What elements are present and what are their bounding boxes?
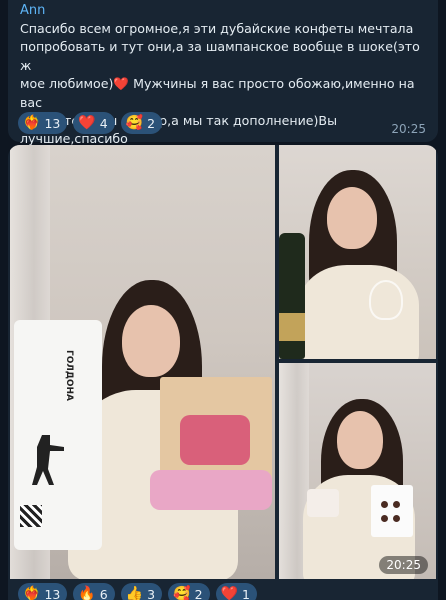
album-timestamp: 20:25 bbox=[379, 556, 428, 574]
photo-large[interactable]: ГОЛДОНА bbox=[10, 145, 275, 579]
photo-top-right[interactable] bbox=[279, 145, 436, 359]
reactions-bar: ❤️‍🔥 13 ❤️ 4 🥰 2 bbox=[18, 112, 163, 134]
candy-box bbox=[371, 485, 413, 537]
reaction-count: 1 bbox=[241, 586, 250, 600]
reaction-count: 2 bbox=[194, 586, 203, 600]
reaction-emoji: ❤️‍🔥 bbox=[23, 115, 41, 131]
shopping-bag: ГОЛДОНА bbox=[14, 320, 102, 550]
sender-name[interactable]: Ann bbox=[20, 3, 45, 18]
bag-brand-text: ГОЛДОНА bbox=[64, 350, 74, 402]
reaction-emoji: ❤️ bbox=[220, 586, 238, 600]
dessert-cup bbox=[307, 489, 339, 517]
qr-code bbox=[20, 505, 42, 527]
message-bubble-album: ГОЛДОНА 20:25 ❤️‍🔥13 🔥6 👍3 🥰2 bbox=[8, 145, 438, 600]
photo-bottom-right[interactable] bbox=[279, 363, 436, 579]
reaction-emoji: 🥰 bbox=[173, 586, 191, 600]
reaction-chip[interactable]: ❤️‍🔥 13 bbox=[18, 583, 68, 600]
reaction-chip[interactable]: 🥰 2 bbox=[168, 583, 210, 600]
champagne-bottle bbox=[279, 233, 305, 359]
candy bbox=[381, 501, 388, 508]
candy-package bbox=[180, 415, 250, 465]
reaction-chip[interactable]: 🥰 2 bbox=[120, 112, 163, 134]
wine-glass bbox=[369, 280, 403, 320]
reaction-chip[interactable]: ❤️ 1 bbox=[215, 583, 257, 600]
reaction-count: 3 bbox=[147, 586, 156, 600]
face bbox=[122, 305, 180, 377]
reaction-count: 2 bbox=[147, 115, 156, 131]
reaction-chip[interactable]: 👍 3 bbox=[120, 583, 163, 600]
face bbox=[327, 187, 377, 249]
message-timestamp: 20:25 bbox=[391, 122, 426, 136]
reaction-chip[interactable]: ❤️‍🔥 13 bbox=[18, 112, 68, 134]
reaction-chip[interactable]: 🔥 6 bbox=[73, 583, 115, 600]
reaction-count: 13 bbox=[44, 115, 61, 131]
reaction-emoji: 🔥 bbox=[78, 586, 96, 600]
reaction-emoji: 🥰 bbox=[125, 115, 144, 131]
message-bubble-text: Ann Спасибо всем огромное,я эти дубайски… bbox=[8, 0, 438, 165]
candy bbox=[393, 515, 400, 522]
candy bbox=[381, 515, 388, 522]
reaction-count: 13 bbox=[44, 586, 61, 600]
reaction-emoji: 👍 bbox=[125, 586, 144, 600]
reaction-count: 4 bbox=[99, 115, 108, 131]
soldier-icon bbox=[32, 435, 64, 485]
reaction-emoji: ❤️‍🔥 bbox=[23, 586, 41, 600]
reactions-bar: ❤️‍🔥 13 🔥 6 👍 3 🥰 2 ❤️ 1 bbox=[18, 583, 257, 600]
reaction-count: 6 bbox=[99, 586, 108, 600]
reaction-emoji: ❤️ bbox=[78, 115, 96, 131]
candy bbox=[393, 501, 400, 508]
bottle-label bbox=[279, 313, 305, 341]
pink-wrap bbox=[150, 470, 272, 510]
reaction-chip[interactable]: ❤️ 4 bbox=[73, 112, 115, 134]
face bbox=[337, 411, 383, 469]
